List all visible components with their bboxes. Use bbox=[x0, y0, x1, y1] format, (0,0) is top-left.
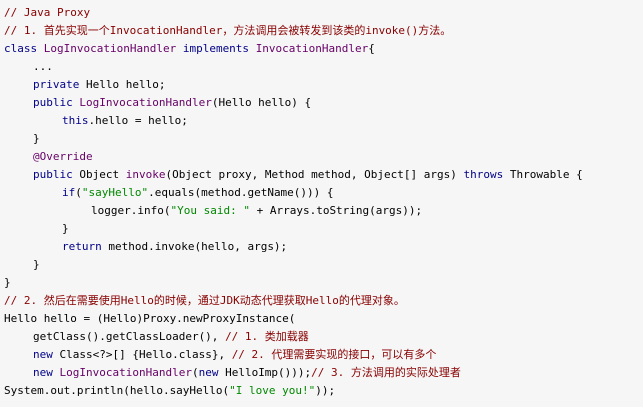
code-token-type: invoke bbox=[125, 168, 166, 181]
code-token-keyword: class bbox=[4, 42, 38, 55]
code-token-comment: // Java Proxy bbox=[4, 6, 91, 19]
code-token-keyword: throws bbox=[463, 168, 504, 181]
code-token-keyword: new bbox=[198, 366, 219, 379]
code-line: // Java Proxy bbox=[4, 4, 643, 22]
code-token-plain: Throwable { bbox=[503, 168, 583, 181]
code-line: getClass().getClassLoader(), // 1. 类加载器 bbox=[4, 328, 643, 346]
code-token-comment: // 2. 然后在需要使用Hello的时候，通过JDK动态代理获取Hello的代… bbox=[4, 294, 405, 307]
code-token-string: "You said: " bbox=[170, 204, 250, 217]
code-token-plain: } bbox=[62, 222, 69, 235]
code-token-plain: Class<?>[] {Hello.class}, bbox=[52, 348, 232, 361]
code-token-plain: } bbox=[4, 276, 11, 289]
code-token-plain: Hello hello; bbox=[79, 78, 166, 91]
code-line: public LogInvocationHandler(Hello hello)… bbox=[4, 94, 643, 112]
code-line: logger.info("You said: " + Arrays.toStri… bbox=[4, 202, 643, 220]
code-token-keyword: if bbox=[62, 186, 76, 199]
code-line: public Object invoke(Object proxy, Metho… bbox=[4, 166, 643, 184]
code-token-comment: // 3. 方法调用的实际处理者 bbox=[311, 366, 461, 379]
code-line: } bbox=[4, 256, 643, 274]
code-token-plain: Object bbox=[72, 168, 126, 181]
code-line: System.out.println(hello.sayHello("I lov… bbox=[4, 382, 643, 400]
code-token-string: "sayHello" bbox=[81, 186, 149, 199]
code-token-plain: ... bbox=[33, 60, 53, 73]
code-token-annotation: @Override bbox=[33, 150, 93, 163]
code-token-plain: )); bbox=[315, 384, 336, 397]
code-token-plain: (Object proxy, Method method, Object[] a… bbox=[165, 168, 464, 181]
code-line: if("sayHello".equals(method.getName())) … bbox=[4, 184, 643, 202]
code-line: @Override bbox=[4, 148, 643, 166]
code-token-string: "I love you!" bbox=[229, 384, 316, 397]
code-token-keyword: private bbox=[33, 78, 80, 91]
code-token-plain: ( bbox=[191, 366, 199, 379]
code-token-keyword: new bbox=[33, 366, 53, 379]
code-token-keyword: public bbox=[33, 168, 73, 181]
code-token-plain: System.out.println(hello.sayHello( bbox=[4, 384, 230, 397]
code-token-type: LogInvocationHandler bbox=[79, 96, 212, 109]
code-token-comment: // 1. 类加载器 bbox=[225, 330, 309, 343]
code-token-plain: .equals(method.getName())) { bbox=[148, 186, 334, 199]
code-token-plain: } bbox=[33, 132, 40, 145]
code-line: this.hello = hello; bbox=[4, 112, 643, 130]
code-token-type: InvocationHandler bbox=[255, 42, 369, 55]
code-line: new LogInvocationHandler(new HelloImp())… bbox=[4, 364, 643, 382]
code-token-plain: (Hello hello) { bbox=[211, 96, 312, 109]
code-token-type: LogInvocationHandler bbox=[59, 366, 192, 379]
code-line: new Class<?>[] {Hello.class}, // 2. 代理需要… bbox=[4, 346, 643, 364]
code-token-plain: method.invoke(hello, args); bbox=[101, 240, 288, 253]
code-line: // 2. 然后在需要使用Hello的时候，通过JDK动态代理获取Hello的代… bbox=[4, 292, 643, 310]
code-token-type: LogInvocationHandler bbox=[43, 42, 177, 55]
code-token-plain: + Arrays.toString(args)); bbox=[249, 204, 423, 217]
code-line: return method.invoke(hello, args); bbox=[4, 238, 643, 256]
code-token-keyword: public bbox=[33, 96, 73, 109]
code-token-plain: ( bbox=[75, 186, 82, 199]
code-token-plain: .hello = hello; bbox=[88, 114, 188, 127]
code-token-comment: // 1. 首先实现一个InvocationHandler，方法调用会被转发到该… bbox=[4, 24, 452, 37]
code-block: // Java Proxy // 1. 首先实现一个InvocationHandl… bbox=[0, 0, 643, 407]
code-line: // 1. 首先实现一个InvocationHandler，方法调用会被转发到该… bbox=[4, 22, 643, 40]
code-line: } bbox=[4, 130, 643, 148]
code-token-keyword: return bbox=[62, 240, 102, 253]
code-token-plain: HelloImp())); bbox=[218, 366, 312, 379]
code-line: } bbox=[4, 274, 643, 292]
code-line: ... bbox=[4, 58, 643, 76]
code-token-plain: } bbox=[33, 258, 40, 271]
code-token-plain: { bbox=[368, 42, 375, 55]
code-token-plain: Hello hello = (Hello)Proxy.newProxyInsta… bbox=[4, 312, 296, 325]
code-token-plain: getClass().getClassLoader(), bbox=[33, 330, 226, 343]
code-token-keyword: this bbox=[62, 114, 89, 127]
code-line: class LogInvocationHandler implements In… bbox=[4, 40, 643, 58]
code-token-comment: // 2. 代理需要实现的接口，可以有多个 bbox=[231, 348, 437, 361]
code-token-keyword: new bbox=[33, 348, 53, 361]
code-token-keyword: implements bbox=[182, 42, 250, 55]
code-line: private Hello hello; bbox=[4, 76, 643, 94]
code-token-plain: logger.info( bbox=[91, 204, 171, 217]
code-line: } bbox=[4, 220, 643, 238]
code-line: Hello hello = (Hello)Proxy.newProxyInsta… bbox=[4, 310, 643, 328]
